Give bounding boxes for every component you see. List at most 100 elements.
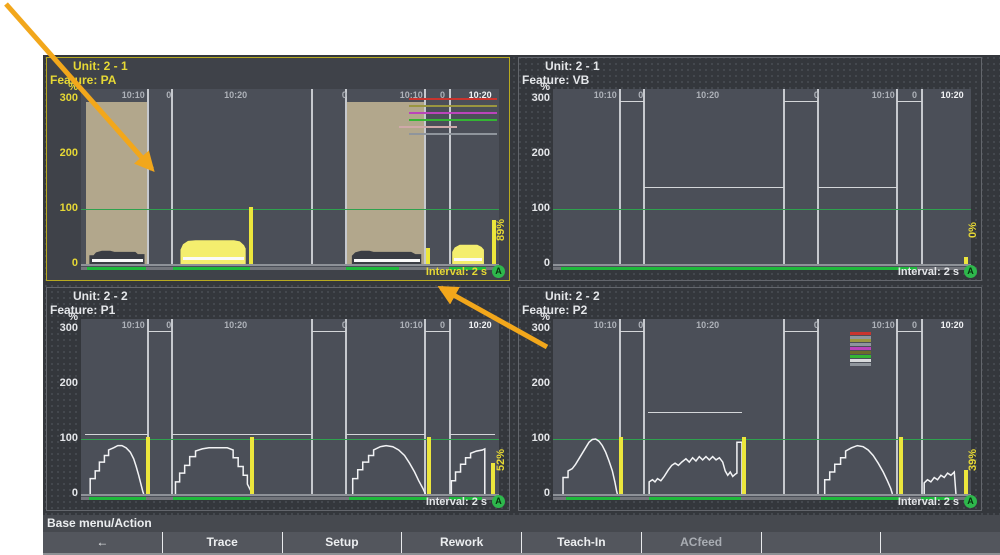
time-label: 0: [440, 320, 445, 330]
ok-status-strip: [566, 497, 620, 500]
trace-curve: [451, 449, 484, 494]
y-axis-tick: 0: [520, 257, 550, 269]
y-axis-tick: 100: [48, 202, 78, 214]
time-label: 0: [166, 320, 171, 330]
time-label: 10:20: [469, 320, 492, 330]
time-label: 0: [814, 320, 819, 330]
segment-gridline: [817, 89, 819, 264]
legend-line: [850, 343, 871, 346]
panel-bottom-right-p2[interactable]: Unit: 2 - 2 Feature: P2 10:10010:20010:1…: [518, 287, 982, 511]
curve-baseline: [354, 259, 420, 262]
trace-curve: [353, 446, 426, 494]
time-label: 10:10: [594, 90, 617, 100]
legend-line: [850, 351, 871, 354]
segment-gridline: [643, 89, 645, 264]
trace-curve: [180, 240, 245, 264]
panel-top-right-vb[interactable]: Unit: 2 - 1 Feature: VB 10:10010:20010:1…: [518, 57, 982, 281]
ok-status-strip: [821, 497, 900, 500]
legend-line: [850, 339, 871, 342]
time-label: 10:10: [872, 320, 895, 330]
trace-curve: [452, 245, 484, 264]
legend-line: [409, 105, 497, 107]
y-axis-tick: 300: [520, 322, 550, 334]
time-label: 10:10: [400, 320, 423, 330]
acfeed-button[interactable]: ACfeed: [642, 532, 762, 553]
y-axis-tick: 300: [48, 92, 78, 104]
plot-area: 10:10010:20010:10010:20%3002001000: [553, 319, 971, 497]
panel-top-left-pa[interactable]: Unit: 2 - 1 Feature: PA 10:10010:20010:1…: [46, 57, 510, 281]
cycle-end-marker: [742, 437, 746, 494]
legend-line: [399, 126, 458, 128]
auto-mode-badge: A: [492, 495, 505, 508]
y-axis-tick: 200: [520, 147, 550, 159]
y-axis-tick: 100: [520, 202, 550, 214]
trace-curve: [89, 251, 144, 264]
auto-mode-badge: A: [492, 265, 505, 278]
ok-status-strip: [173, 497, 250, 500]
trace-curves: [553, 319, 971, 497]
interval-label: Interval: 2 s: [898, 266, 959, 278]
unit-label: Unit: 2 - 1: [545, 59, 600, 73]
trace-curve: [175, 448, 251, 494]
y-axis-tick: 200: [48, 377, 78, 389]
legend-line: [850, 332, 871, 335]
envelope-line: [644, 187, 784, 188]
trace-curve: [825, 446, 893, 494]
time-label: 0: [638, 320, 643, 330]
time-label: 0: [166, 90, 171, 100]
trace-button[interactable]: Trace: [163, 532, 283, 553]
time-label: 10:10: [122, 320, 145, 330]
legend-line: [409, 119, 497, 121]
time-label: 10:20: [696, 90, 719, 100]
curve-baseline: [454, 258, 482, 261]
ok-status-strip: [561, 267, 916, 270]
trace-curve: [90, 446, 144, 494]
progress-percent-label: 0%: [967, 210, 979, 250]
setup-button[interactable]: Setup: [283, 532, 403, 553]
unit-label: Unit: 2 - 2: [545, 289, 600, 303]
time-label: 0: [342, 90, 347, 100]
panel-bottom-left-p1[interactable]: Unit: 2 - 2 Feature: P1 10:10010:20010:1…: [46, 287, 510, 511]
cycle-end-marker: [426, 248, 430, 265]
ok-status-strip: [346, 267, 398, 270]
empty-button-1: [762, 532, 882, 553]
envelope-line: [620, 101, 644, 102]
segment-gridline: [619, 89, 621, 264]
unit-label: Unit: 2 - 2: [73, 289, 128, 303]
auto-mode-badge: A: [964, 265, 977, 278]
segment-gridline: [921, 89, 923, 264]
time-label: 10:10: [400, 90, 423, 100]
cycle-end-marker: [250, 437, 254, 494]
time-label: 10:20: [224, 90, 247, 100]
ok-status-strip: [89, 497, 145, 500]
time-label: 10:10: [122, 90, 145, 100]
cycle-end-marker: [619, 437, 623, 494]
cycle-end-marker: [899, 437, 903, 494]
time-label: 0: [912, 320, 917, 330]
y-axis-tick: 300: [520, 92, 550, 104]
y-axis-tick: 0: [520, 487, 550, 499]
monitor-screen: Unit: 2 - 1 Feature: PA 10:10010:20010:1…: [43, 55, 1000, 555]
plot-area: 10:10010:20010:10010:20%3002001000: [81, 319, 499, 497]
time-label: 10:20: [941, 320, 964, 330]
legend-line: [850, 359, 871, 362]
time-label: 10:10: [594, 320, 617, 330]
teach-in-button[interactable]: Teach-In: [522, 532, 642, 553]
legend-line: [409, 133, 497, 135]
segment-gridline: [896, 89, 898, 264]
ok-status-strip: [349, 497, 428, 500]
segment-gridline: [783, 89, 785, 264]
curve-baseline: [183, 257, 244, 260]
progress-percent-label: 39%: [967, 440, 979, 480]
back-button[interactable]: ←: [43, 532, 163, 553]
y-axis-tick: 0: [48, 257, 78, 269]
y-axis-tick: 300: [48, 322, 78, 334]
rework-button[interactable]: Rework: [402, 532, 522, 553]
y-axis-tick: 200: [48, 147, 78, 159]
legend-line: [850, 336, 871, 339]
trace-curve: [924, 472, 956, 494]
cycle-end-marker: [964, 257, 968, 264]
trace-curve: [649, 442, 742, 494]
ok-status-strip: [87, 267, 146, 270]
menu-breadcrumb: Base menu/Action: [43, 515, 1000, 532]
